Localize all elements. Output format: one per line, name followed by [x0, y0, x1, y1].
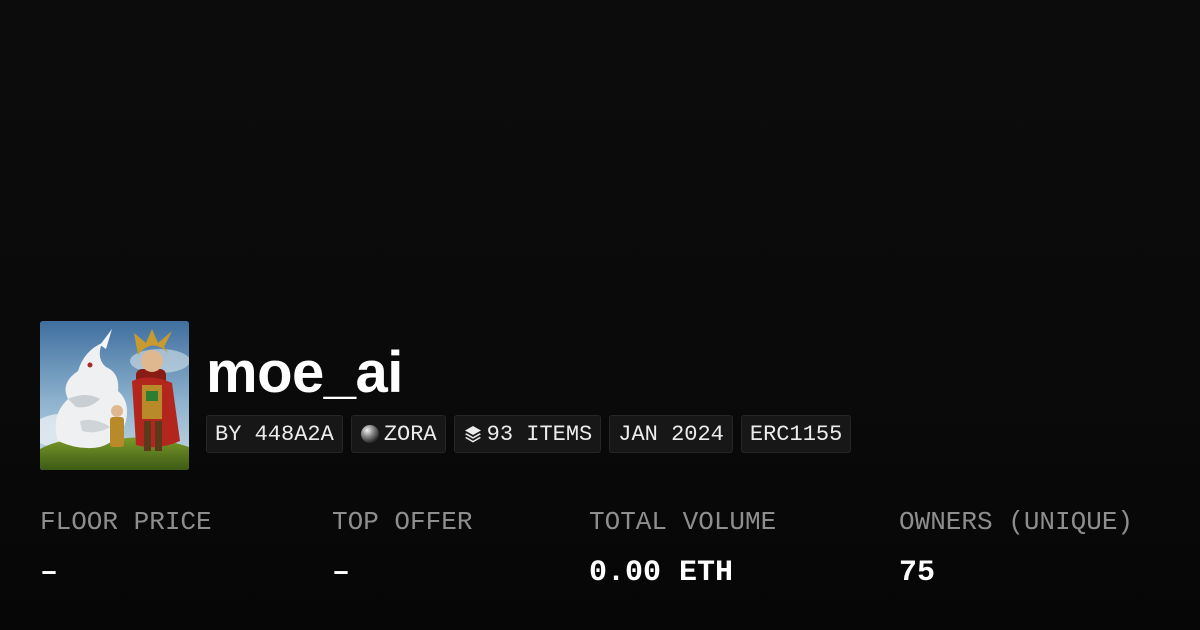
date-tag: JAN 2024	[609, 415, 733, 453]
stat-floor-price: FLOOR PRICE –	[40, 505, 212, 591]
layers-icon	[463, 424, 483, 444]
stat-value: –	[40, 556, 59, 590]
stat-top-offer: TOP OFFER –	[332, 505, 472, 591]
stat-label: TOTAL VOLUME	[589, 507, 777, 537]
collection-avatar	[40, 321, 189, 470]
standard-tag: ERC1155	[740, 415, 852, 453]
date-label: JAN 2024	[618, 421, 724, 447]
collection-title: moe_ai	[206, 340, 403, 405]
stat-label: TOP OFFER	[332, 507, 473, 537]
stat-label: OWNERS (UNIQUE)	[899, 507, 1134, 537]
stat-label: FLOOR PRICE	[40, 507, 212, 537]
zora-orb-icon	[360, 424, 380, 444]
items-label: 93 ITEMS	[486, 421, 593, 447]
stat-value: 75	[899, 556, 936, 590]
chain-tag[interactable]: ZORA	[350, 415, 446, 453]
standard-label: ERC1155	[749, 421, 843, 447]
items-tag[interactable]: 93 ITEMS	[453, 415, 602, 453]
avatar-artwork	[40, 321, 189, 470]
chain-label: ZORA	[383, 421, 437, 447]
stat-owners: OWNERS (UNIQUE) 75	[899, 505, 1133, 591]
creator-tag[interactable]: BY 448A2A	[206, 415, 343, 453]
stat-value: –	[332, 556, 351, 590]
creator-label: BY 448A2A	[215, 421, 334, 447]
stat-total-volume: TOTAL VOLUME 0.00 ETH	[589, 505, 776, 591]
stat-value: 0.00 ETH	[589, 556, 734, 590]
collection-tags: BY 448A2A ZORA 93 ITEMS JAN 2024 ERC1155	[206, 415, 852, 453]
